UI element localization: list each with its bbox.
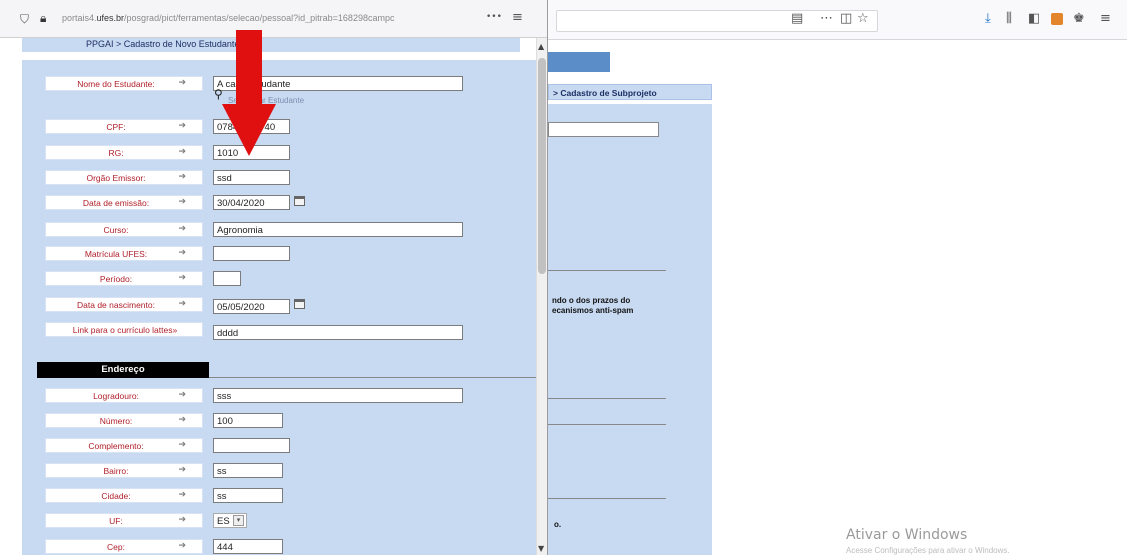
data-nascimento-input[interactable]: 05/05/2020 [213,299,290,314]
chevron-down-icon[interactable]: ▾ [233,515,244,526]
calendar-icon[interactable] [294,196,305,206]
label-cidade: Cidade: ➔ [45,488,203,503]
lock-icon[interactable]: 🔒︎ [40,10,46,26]
windows-activation-watermark: Ativar o Windows [846,527,968,543]
label-data-emissao: Data de emissão: ➔ [45,195,203,210]
background-header-bar [548,52,610,72]
label-nome-estudante: Nome do Estudante: ➔ [45,76,203,91]
label-numero: Número: ➔ [45,413,203,428]
bairro-input[interactable]: ss [213,463,283,478]
scroll-down-icon[interactable]: ▼ [538,544,544,553]
hamburger-menu-icon[interactable]: ≡ [1100,11,1111,27]
background-input[interactable] [548,122,659,137]
label-cpf: CPF: ➔ [45,119,203,134]
shield-icon[interactable]: ⛉ [20,11,29,27]
scroll-up-icon[interactable]: ▲ [538,42,544,51]
divider [548,270,666,271]
label-uf: UF: ➔ [45,513,203,528]
label-periodo: Período: ➔ [45,271,203,286]
divider [548,398,666,399]
label-curso: Curso: ➔ [45,222,203,237]
link-lattes-input[interactable]: dddd [213,325,463,340]
url-domain: ufes.br [96,13,125,23]
matricula-ufes-input[interactable] [213,246,290,261]
curso-input[interactable]: Agronomia [213,222,463,237]
periodo-input[interactable] [213,271,241,286]
bookmark-star-icon[interactable]: ☆ [857,11,869,27]
windows-activation-subtext: Acesse Configurações para ativar o Windo… [846,546,1010,555]
background-warning-text: ndo o dos prazos do ecanismos anti-spam [552,296,634,315]
more-options-icon[interactable]: ••• [486,12,502,22]
reader-icon[interactable]: ▤ [791,11,803,27]
url-suffix: /posgrad/pict/ferramentas/selecao/pessoa… [124,13,395,23]
download-icon[interactable]: ⤓ [985,11,991,27]
section-divider [209,377,536,378]
label-bairro: Bairro: ➔ [45,463,203,478]
pocket-icon[interactable]: ◫ [840,11,852,27]
popup-window: ⛉ 🔒︎ portais4.ufes.br/posgrad/pict/ferra… [0,0,548,555]
annotation-arrow-icon [222,30,276,156]
label-logradouro: Logradouro: ➔ [45,388,203,403]
sidebar-icon[interactable]: ◧ [1028,11,1040,27]
label-rg: RG: ➔ [45,145,203,160]
meatball-menu-icon[interactable]: ⋯ [820,11,833,27]
divider [548,424,666,425]
background-breadcrumb: > Cadastro de Subprojeto [548,84,712,100]
background-form-panel [548,104,712,555]
complemento-input[interactable] [213,438,290,453]
section-header-endereco: Endereço [37,362,209,378]
library-icon[interactable]: ⫼ [1006,11,1012,27]
label-orgao-emissor: Orgão Emissor: ➔ [45,170,203,185]
divider [548,498,666,499]
calendar-icon[interactable] [294,299,305,309]
numero-input[interactable]: 100 [213,413,283,428]
label-matricula-ufes: Matrícula UFES: ➔ [45,246,203,261]
cep-input[interactable]: 444 [213,539,283,554]
popup-url-text[interactable]: portais4.ufes.br/posgrad/pict/ferramenta… [62,13,482,23]
label-cep: Cep: ➔ [45,539,203,554]
url-prefix: portais4. [62,13,97,23]
label-link-lattes: Link para o currículo lattes» [45,322,203,337]
page-menu-icon[interactable]: ≡ [512,10,523,26]
logradouro-input[interactable]: sss [213,388,463,403]
scrollbar-thumb[interactable] [538,58,546,274]
orgao-emissor-input[interactable]: ssd [213,170,290,185]
account-icon[interactable]: ♚ [1073,11,1085,27]
label-complemento: Complemento: ➔ [45,438,203,453]
background-text-fragment: o. [554,520,562,529]
label-data-nascimento: Data de nascimento: ➔ [45,297,203,312]
data-emissao-input[interactable]: 30/04/2020 [213,195,290,210]
extension-icon[interactable] [1051,13,1063,25]
cidade-input[interactable]: ss [213,488,283,503]
